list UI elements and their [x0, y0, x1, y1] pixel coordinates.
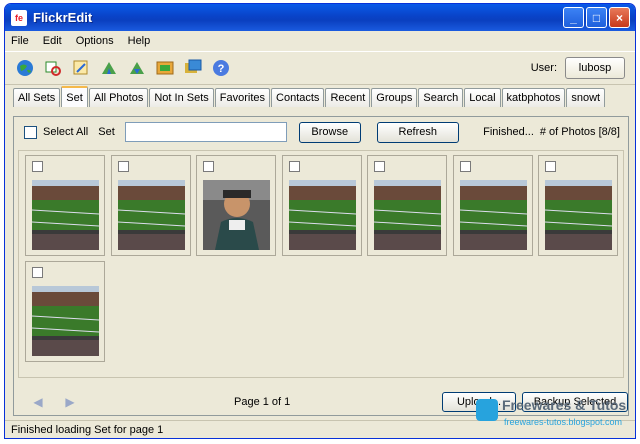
- set-panel: Select All Set Browse Refresh Finished..…: [13, 116, 629, 416]
- photo-thumbnail[interactable]: [367, 155, 447, 256]
- help-icon[interactable]: ?: [211, 58, 231, 78]
- filter-icon[interactable]: [43, 58, 63, 78]
- tab-snowt[interactable]: snowt: [566, 88, 606, 107]
- photo-count: # of Photos [8/8]: [539, 126, 620, 138]
- set-input[interactable]: [124, 122, 287, 142]
- photo-image: [288, 180, 356, 250]
- select-all-checkbox[interactable]: [24, 125, 37, 139]
- tab-not-in-sets[interactable]: Not In Sets: [149, 88, 214, 107]
- photo-image: [117, 180, 185, 250]
- watermark-logo-icon: [476, 399, 498, 421]
- toolbar: ? User: lubosp: [5, 51, 635, 85]
- photo-image: [203, 180, 270, 250]
- window-title: FlickrEdit: [33, 10, 93, 25]
- tab-favorites[interactable]: Favorites: [214, 88, 271, 107]
- photo-checkbox[interactable]: [545, 161, 556, 172]
- minimize-button[interactable]: _: [563, 7, 584, 28]
- flickredit-window: fe FlickrEdit _ □ × File Edit Options He…: [4, 3, 636, 439]
- prev-page-icon[interactable]: ◀: [28, 395, 48, 409]
- browse-button[interactable]: Browse: [298, 121, 361, 143]
- photo-checkbox[interactable]: [374, 161, 385, 172]
- photo-thumbnail[interactable]: [281, 155, 362, 256]
- menu-edit[interactable]: Edit: [43, 35, 62, 47]
- status-text: Finished loading Set for page 1: [11, 423, 164, 436]
- maximize-button[interactable]: □: [586, 7, 607, 28]
- close-button[interactable]: ×: [609, 7, 630, 28]
- menu-file[interactable]: File: [11, 35, 29, 47]
- thumbnail-grid: [18, 150, 624, 378]
- refresh-button[interactable]: Refresh: [376, 121, 459, 143]
- tab-all-photos[interactable]: All Photos: [88, 88, 149, 107]
- photo-thumbnail[interactable]: [25, 155, 105, 256]
- photo-thumbnail[interactable]: [25, 261, 105, 362]
- title-bar[interactable]: fe FlickrEdit _ □ ×: [5, 4, 635, 31]
- tab-all-sets[interactable]: All Sets: [13, 88, 61, 107]
- set-label: Set: [98, 126, 115, 138]
- photo-checkbox[interactable]: [32, 267, 43, 278]
- photo-checkbox[interactable]: [459, 161, 471, 172]
- controls-row: Select All Set Browse Refresh Finished..…: [14, 117, 628, 147]
- photo-image: [32, 180, 99, 250]
- next-page-icon[interactable]: ▶: [60, 395, 80, 409]
- app-icon: fe: [11, 9, 27, 26]
- page-indicator: Page 1 of 1: [234, 396, 291, 408]
- tab-groups[interactable]: Groups: [371, 88, 418, 107]
- photo-thumbnail[interactable]: [196, 155, 276, 256]
- photo-image: [459, 180, 527, 250]
- tab-set[interactable]: Set: [61, 86, 88, 107]
- edit-icon[interactable]: [71, 58, 91, 78]
- photo-thumbnail[interactable]: [110, 155, 191, 256]
- user-label: User:: [530, 62, 557, 74]
- tab-contacts[interactable]: Contacts: [271, 88, 325, 107]
- tree-down-icon[interactable]: [127, 58, 147, 78]
- tab-recent[interactable]: Recent: [325, 88, 371, 107]
- photo-image: [545, 180, 612, 250]
- photos-icon[interactable]: [183, 58, 203, 78]
- menu-bar: File Edit Options Help: [5, 31, 635, 51]
- photo-upload-icon[interactable]: [155, 58, 175, 78]
- menu-options[interactable]: Options: [76, 35, 114, 47]
- menu-help[interactable]: Help: [128, 35, 151, 47]
- photo-checkbox[interactable]: [288, 161, 300, 172]
- watermark-title: Freewares & Tutos: [502, 397, 627, 413]
- photo-thumbnail[interactable]: [538, 155, 618, 256]
- tree-up-icon[interactable]: [99, 58, 119, 78]
- tab-search[interactable]: Search: [418, 88, 464, 107]
- globe-icon[interactable]: [15, 58, 35, 78]
- tab-local[interactable]: Local: [464, 88, 501, 107]
- photo-checkbox[interactable]: [203, 161, 214, 172]
- user-button[interactable]: lubosp: [565, 57, 625, 79]
- select-all-label: Select All: [43, 126, 89, 138]
- watermark-subtitle: freewares-tutos.blogspot.com: [504, 417, 623, 427]
- photo-thumbnail[interactable]: [452, 155, 533, 256]
- tab-strip: All Sets Set All Photos Not In Sets Favo…: [5, 85, 635, 107]
- loading-status: Finished...: [483, 126, 534, 138]
- photo-image: [32, 286, 99, 356]
- photo-checkbox[interactable]: [117, 161, 129, 172]
- tab-katbphotos[interactable]: katbphotos: [501, 88, 566, 107]
- photo-image: [374, 180, 441, 250]
- photo-checkbox[interactable]: [32, 161, 43, 172]
- svg-text:?: ?: [218, 63, 225, 75]
- watermark: Freewares & Tutos freewares-tutos.blogsp…: [474, 395, 636, 435]
